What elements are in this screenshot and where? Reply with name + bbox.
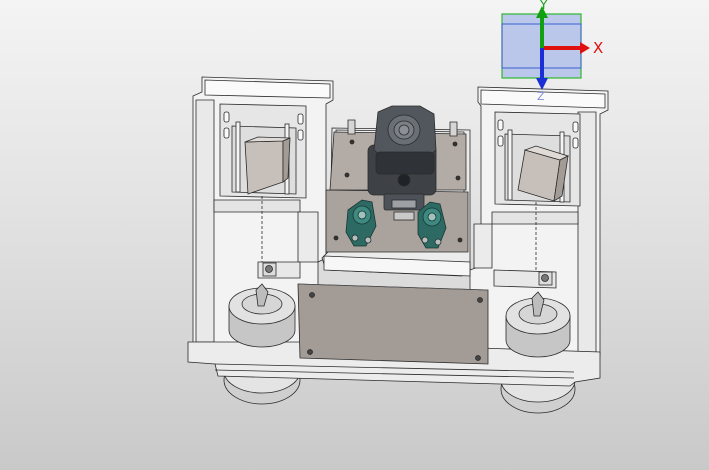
sensor-bracket-right [493,269,557,289]
base-plate [297,283,489,365]
y-axis-label: Y [540,0,548,12]
sensor-bracket-left [257,261,301,279]
x-axis-arrowhead [580,42,590,54]
3d-viewport[interactable]: X Y Z [0,0,709,470]
z-axis-label: Z [537,90,545,103]
axis-triad [501,6,590,90]
x-axis-label: X [593,39,604,57]
model-canvas[interactable] [0,0,709,470]
canister-left [228,283,296,348]
